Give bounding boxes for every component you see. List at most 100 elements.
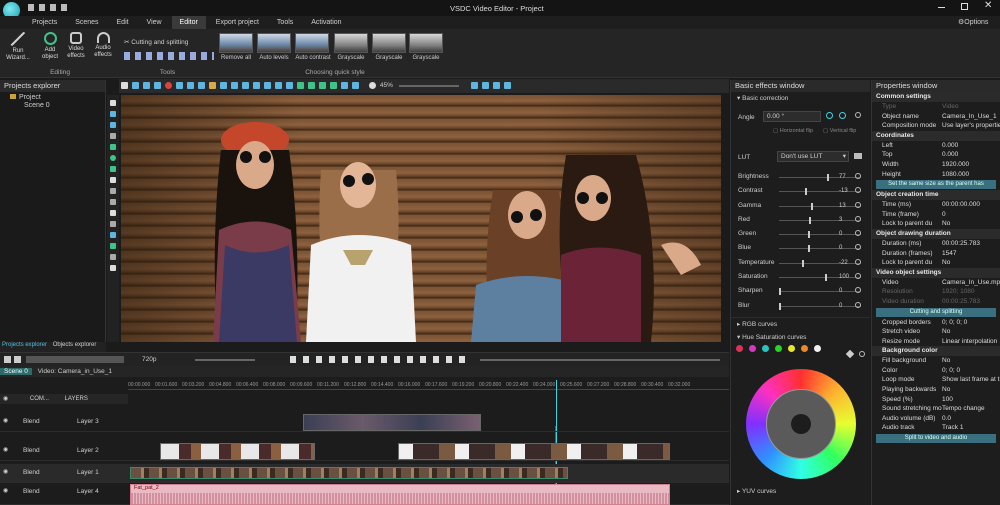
pointer-icon[interactable] <box>121 82 128 89</box>
preview-mode-icon[interactable] <box>492 82 500 89</box>
quick-style-remove-all[interactable]: Remove all <box>219 33 253 61</box>
quick-style-grayscale-3[interactable]: Grayscale <box>409 33 443 61</box>
prop-video-setting[interactable]: Resize mode Linear interpolation <box>872 337 1000 347</box>
menu-export-project[interactable]: Export project <box>208 16 267 29</box>
slider-track[interactable] <box>779 219 861 221</box>
slider-track[interactable] <box>779 234 861 236</box>
send-back-icon[interactable] <box>330 82 337 89</box>
slider-blue[interactable]: Blue 0 <box>731 241 870 255</box>
tree-item-project[interactable]: Project <box>0 92 105 101</box>
minimize-button[interactable] <box>938 7 945 8</box>
slider-red[interactable]: Red 3 <box>731 213 870 227</box>
move-up-icon[interactable] <box>297 82 304 89</box>
rgb-curves-header[interactable]: ▸ RGB curves <box>731 316 870 331</box>
video-object-icon[interactable] <box>110 111 116 117</box>
menu-tools[interactable]: Tools <box>269 16 301 29</box>
folder-icon[interactable] <box>854 153 862 159</box>
timeline-zoom-controls[interactable] <box>4 356 124 363</box>
slider-knob[interactable] <box>808 245 810 253</box>
zoom-slider[interactable] <box>398 85 459 87</box>
curve-object-icon[interactable] <box>110 166 116 172</box>
prop-setting[interactable]: Speed (%) 100 <box>872 395 1000 405</box>
options-button[interactable]: ⚙ Options <box>958 16 988 29</box>
reset-icon[interactable] <box>855 258 861 265</box>
volume-slider[interactable] <box>195 359 255 361</box>
prop-composition-mode[interactable]: Composition mode Use layer's properties <box>872 121 1000 131</box>
color-swatch[interactable] <box>762 344 769 352</box>
slider-knob[interactable] <box>802 259 805 267</box>
run-wizard-button[interactable]: Run Wizard... <box>4 32 32 62</box>
slider-green[interactable]: Green 0 <box>731 227 870 241</box>
reset-icon[interactable] <box>855 215 861 222</box>
horizontal-flip-checkbox[interactable]: ▢ Horizontal flip <box>773 128 813 134</box>
image-object-icon[interactable] <box>110 122 116 128</box>
slider-blur[interactable]: Blur 0 <box>731 299 870 313</box>
text-object-icon[interactable] <box>110 177 116 183</box>
slider-knob[interactable] <box>809 216 812 224</box>
prop-creation[interactable]: Time (ms) 00:00:00.000 <box>872 200 1000 210</box>
color-swatch[interactable] <box>749 344 756 352</box>
tab-objects-explorer[interactable]: Objects explorer <box>51 342 99 348</box>
undo-icon[interactable] <box>176 82 183 89</box>
group-icon[interactable] <box>341 82 348 89</box>
slider-contrast[interactable]: Contrast -13 <box>731 184 870 198</box>
reset-icon[interactable] <box>855 273 861 280</box>
align-top-icon[interactable] <box>253 82 260 89</box>
prop-coordinate[interactable]: Height 1080.000 <box>872 170 1000 180</box>
quick-style-grayscale-1[interactable]: Grayscale <box>334 33 368 61</box>
track-layer-1[interactable]: ◉ Blend Layer 1 <box>0 464 729 483</box>
playback-slider[interactable] <box>480 359 720 361</box>
slider-brightness[interactable]: Brightness 77 <box>731 170 870 184</box>
free-text-icon[interactable] <box>110 254 116 260</box>
coordinates-header[interactable]: Coordinates <box>872 130 1000 141</box>
prop-setting[interactable]: Audio track Track 1 <box>872 423 1000 433</box>
menu-editor[interactable]: Editor <box>171 16 206 29</box>
hue-wheel[interactable] <box>746 369 856 479</box>
reset-icon[interactable] <box>855 201 861 208</box>
slider-knob[interactable] <box>827 174 830 181</box>
eye-icon[interactable]: ◉ <box>3 417 8 424</box>
eye-icon[interactable]: ◉ <box>3 446 8 453</box>
close-button[interactable]: ✕ <box>984 0 992 11</box>
prop-setting[interactable]: Sound stretching mo Tempo change <box>872 404 1000 414</box>
crop-icon[interactable] <box>143 82 150 89</box>
reset-icon[interactable] <box>855 244 861 251</box>
tab-projects-explorer[interactable]: Projects explorer <box>0 342 49 348</box>
menu-projects[interactable]: Projects <box>24 16 65 29</box>
move-icon[interactable] <box>110 265 116 271</box>
chart-object-icon[interactable] <box>110 199 116 205</box>
transport-buttons[interactable] <box>290 356 470 363</box>
slider-track[interactable] <box>779 191 861 193</box>
angle-input[interactable]: 0.00 ° <box>763 111 821 122</box>
drawing-duration-header[interactable]: Object drawing duration <box>872 228 1000 239</box>
color-swatch[interactable] <box>801 344 808 352</box>
distribute-icon[interactable] <box>286 82 293 89</box>
color-swatch[interactable] <box>788 344 795 352</box>
hand-icon[interactable] <box>132 82 139 89</box>
align-bottom-icon[interactable] <box>275 82 282 89</box>
prop-background[interactable]: Color 0; 0; 0 <box>872 366 1000 376</box>
prop-coordinate[interactable]: Top 0.000 <box>872 150 1000 160</box>
add-object-button[interactable]: Add object <box>38 32 62 61</box>
audio-object-icon[interactable] <box>110 232 116 238</box>
timeline-ruler[interactable]: 00:00.000 00:01.600 00:03.200 00:04.800 … <box>128 380 729 390</box>
slider-track[interactable] <box>779 291 861 293</box>
ellipse-object-icon[interactable] <box>110 155 116 161</box>
movie-object-icon[interactable] <box>110 243 116 249</box>
reset-icon[interactable] <box>855 112 861 118</box>
cutting-splitting-button[interactable]: ✂ Cutting and splitting <box>124 38 188 46</box>
prop-creation[interactable]: Time (frame) 0 <box>872 210 1000 220</box>
slider-track[interactable] <box>779 262 861 264</box>
tab-video-object[interactable]: Video: Camera_in_Use_1 <box>34 368 116 375</box>
move-down-icon[interactable] <box>308 82 315 89</box>
video-settings-header[interactable]: Video object settings <box>872 267 1000 278</box>
align-left-icon[interactable] <box>220 82 227 89</box>
reset-icon[interactable] <box>855 187 861 194</box>
cutting-splitting-button[interactable]: Cutting and splitting <box>876 307 996 317</box>
rect-object-icon[interactable] <box>110 144 116 150</box>
reset-icon[interactable] <box>855 230 861 237</box>
quick-style-grayscale-2[interactable]: Grayscale <box>372 33 406 61</box>
prop-drawing[interactable]: Lock to parent du No <box>872 258 1000 268</box>
common-settings-header[interactable]: Common settings <box>872 92 1000 102</box>
color-swatch[interactable] <box>736 344 743 352</box>
